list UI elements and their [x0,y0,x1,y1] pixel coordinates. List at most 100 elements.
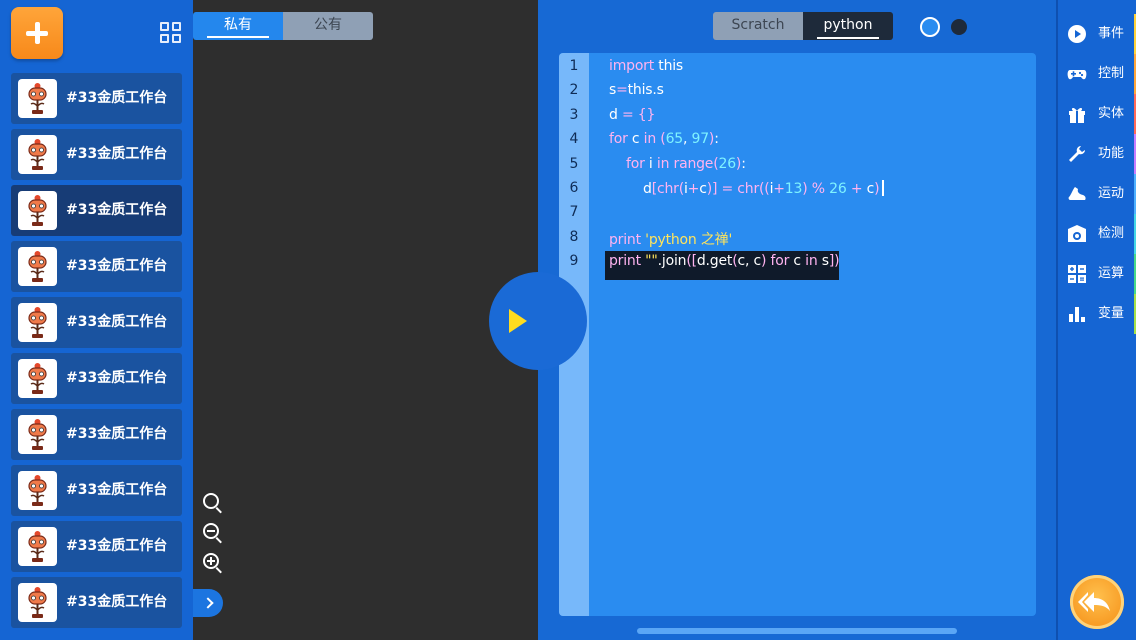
category-label: 运算 [1098,266,1125,281]
tab-scratch-label: Scratch [731,17,785,33]
code-panel: Scratch python 1 2 3 4 5 6 7 8 9 import this s=th… [538,0,1056,640]
sprite-item[interactable]: #33金质工作台 [11,73,182,124]
sprite-name: #33金质工作台 [66,538,168,554]
sprite-name: #33金质工作台 [66,594,168,610]
line-number: 2 [569,82,579,99]
gamepad-icon [1067,70,1087,80]
light-theme-toggle[interactable] [920,17,940,37]
sprite-item[interactable]: #33金质工作台 [11,521,182,572]
collapse-panel-button[interactable] [193,589,223,617]
tab-scratch[interactable]: Scratch [713,12,803,40]
shoe-icon [1068,187,1086,200]
app-root: #33金质工作台 #33金质工作台 #33金质工作台 #33金质工作台 #33金质工作台… [0,0,1136,640]
tab-public-label: 公有 [314,17,342,33]
sprite-thumbnail [18,303,57,342]
line-number: 9 [569,253,579,270]
operator-grid-icon [1068,265,1086,283]
code-line: print 'python 之禅' [609,231,733,248]
category-1[interactable]: 事件 [1058,14,1136,54]
grid-view-icon[interactable] [160,22,182,44]
sprite-name: #33金质工作台 [66,146,168,162]
category-5[interactable]: 运动 [1058,174,1136,214]
sprite-thumbnail [18,79,57,118]
tab-python-label: python [823,17,873,33]
add-sprite-button[interactable] [11,7,63,59]
wrench-icon [1069,146,1085,162]
language-tabs: Scratch python [713,12,893,40]
back-button[interactable] [1070,575,1124,629]
category-6[interactable]: 检测 [1058,214,1136,254]
category-3[interactable]: 实体 [1058,94,1136,134]
stage-tabs: 私有 公有 [193,12,373,40]
tab-private-label: 私有 [224,17,252,33]
sprite-thumbnail [18,471,57,510]
line-number: 6 [569,180,579,196]
dark-theme-toggle[interactable] [951,19,967,35]
code-line: print "".join([d.get(c, c) for c in s]) [609,253,840,270]
sprite-list: #33金质工作台 #33金质工作台 #33金质工作台 #33金质工作台 #33金质工作台… [11,73,182,633]
code-line: for c in (65, 97): [609,131,719,148]
sprite-item[interactable]: #33金质工作台 [11,297,182,348]
tab-public[interactable]: 公有 [283,12,373,40]
bar-chart-icon [1069,307,1085,322]
sprite-item[interactable]: #33金质工作台 [11,129,182,180]
detect-icon [1068,225,1086,242]
sprite-name: #33金质工作台 [66,370,168,386]
line-number: 5 [569,155,579,172]
sprite-thumbnail [18,415,57,454]
run-button[interactable] [489,272,587,370]
sprite-thumbnail [18,135,57,174]
category-label: 检测 [1098,226,1125,241]
sprite-name: #33金质工作台 [66,90,168,106]
line-number: 8 [569,228,579,245]
code-line: d[chr(i+c)] = chr((i+13) % 26 + c) [609,180,885,197]
sprite-item[interactable]: #33金质工作台 [11,465,182,516]
zoom-out-icon[interactable] [202,522,224,544]
sprite-item[interactable]: #33金质工作台 [11,185,182,236]
sprite-name: #33金质工作台 [66,314,168,330]
line-number: 4 [569,131,579,148]
play-icon [509,309,527,333]
tab-python[interactable]: python [803,12,893,40]
category-label: 功能 [1098,146,1125,161]
category-7[interactable]: 运算 [1058,254,1136,294]
zoom-in-icon[interactable] [202,552,224,574]
code-editor[interactable]: 1 2 3 4 5 6 7 8 9 import this s=this.s d = {} for c… [559,53,1036,616]
zoom-reset-icon[interactable] [202,492,224,514]
sprite-thumbnail [18,359,57,398]
sprite-name: #33金质工作台 [66,482,168,498]
sprite-thumbnail [18,247,57,286]
sprite-name: #33金质工作台 [66,426,168,442]
category-4[interactable]: 功能 [1058,134,1136,174]
category-panel: 事件控制实体功能运动检测运算变量 [1056,0,1136,640]
sprite-panel: #33金质工作台 #33金质工作台 #33金质工作台 #33金质工作台 #33金质工作台… [0,0,193,640]
line-number: 3 [569,106,579,123]
tab-private[interactable]: 私有 [193,12,283,40]
sprite-thumbnail [18,191,57,230]
sprite-item[interactable]: #33金质工作台 [11,577,182,628]
gift-icon [1069,107,1085,123]
sprite-thumbnail [18,527,57,566]
play-circle-icon [1068,25,1086,43]
category-2[interactable]: 控制 [1058,54,1136,94]
category-label: 实体 [1098,106,1125,121]
line-number: 7 [569,204,579,221]
sprite-name: #33金质工作台 [66,202,168,218]
category-label: 运动 [1098,186,1125,201]
sprite-item[interactable]: #33金质工作台 [11,241,182,292]
sprite-thumbnail [18,583,57,622]
category-label: 变量 [1098,306,1125,321]
category-label: 事件 [1098,26,1125,41]
sprite-item[interactable]: #33金质工作台 [11,353,182,404]
line-number: 1 [569,58,579,74]
horizontal-scrollbar[interactable] [637,628,957,634]
category-8[interactable]: 变量 [1058,294,1136,334]
sprite-name: #33金质工作台 [66,258,168,274]
code-line: import this [609,58,684,74]
active-tab-underline [207,36,269,38]
sprite-item[interactable]: #33金质工作台 [11,409,182,460]
code-line: s=this.s [609,82,664,99]
code-line: for i in range(26): [626,155,746,172]
active-tab-underline [817,37,879,39]
double-back-arrow-icon [1078,592,1110,612]
